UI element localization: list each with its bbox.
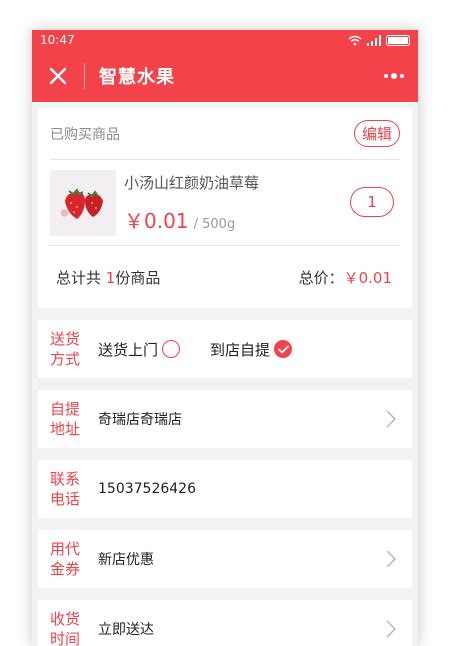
pickup-address-label: 自提 地址 — [50, 399, 82, 439]
delivery-time-label: 收货 时间 — [50, 609, 82, 646]
label-line: 时间 — [50, 630, 81, 646]
delivery-option-home-label: 送货上门 — [98, 340, 159, 359]
pickup-address-value: 奇瑞店奇瑞店 — [98, 412, 182, 428]
battery-icon — [386, 34, 410, 46]
more-menu-button[interactable] — [384, 66, 404, 86]
purchased-items-label: 已购买商品 — [50, 126, 120, 143]
signal-icon — [367, 34, 381, 46]
label-line: 地址 — [50, 420, 81, 438]
page-title: 智慧水果 — [99, 67, 175, 88]
status-bar: 10:47 — [32, 30, 418, 50]
contact-phone-row: 联系 电话 15037526426 — [38, 460, 412, 518]
nav-divider — [84, 63, 85, 89]
phone-screen: 10:47 智慧水果 已购买商品 编辑 小汤山红颜奶油草莓 ￥0.01 / 50… — [32, 30, 418, 646]
contact-phone-label: 联系 电话 — [50, 469, 82, 509]
order-card: 已购买商品 编辑 小汤山红颜奶油草莓 ￥0.01 / 500g 1 总计共 1份… — [38, 108, 412, 308]
chevron-right-icon — [386, 410, 396, 428]
product-item[interactable]: 小汤山红颜奶油草莓 ￥0.01 / 500g 1 — [50, 160, 400, 246]
more-dot-icon — [384, 74, 388, 78]
order-header: 已购买商品 编辑 — [50, 108, 400, 160]
label-line: 金券 — [50, 560, 81, 578]
more-dot-icon — [391, 73, 397, 79]
quantity-badge[interactable]: 1 — [350, 187, 394, 217]
radio-unchecked-icon[interactable] — [162, 340, 181, 358]
label-line: 电话 — [50, 490, 81, 508]
pickup-address-row[interactable]: 自提 地址 奇瑞店奇瑞店 — [38, 390, 412, 448]
total-price-label: 总价： — [298, 268, 344, 287]
delivery-option-pickup-label: 到店自提 — [210, 340, 271, 359]
delivery-method-row: 送货 方式 送货上门 到店自提 — [38, 320, 412, 378]
product-unit: / 500g — [193, 216, 236, 232]
delivery-time-value: 立即送达 — [98, 622, 154, 638]
status-time: 10:47 — [40, 33, 75, 47]
order-summary: 总计共 1份商品 总价：￥0.01 — [50, 246, 400, 308]
checkmark-icon — [277, 345, 289, 353]
edit-button[interactable]: 编辑 — [353, 120, 400, 147]
item-count-value: 1 — [105, 268, 116, 287]
label-line: 方式 — [50, 350, 81, 368]
delivery-method-label: 送货 方式 — [50, 329, 82, 369]
label-line: 送货 — [50, 330, 81, 348]
label-line: 联系 — [50, 470, 81, 488]
delivery-option-pickup[interactable]: 到店自提 — [210, 339, 293, 360]
voucher-label: 用代 金券 — [50, 539, 82, 579]
strawberry-icon — [61, 187, 103, 219]
label-line: 收货 — [50, 610, 81, 628]
status-icons — [348, 34, 410, 46]
chevron-right-icon — [386, 550, 396, 568]
product-image — [50, 169, 116, 236]
radio-checked-icon[interactable] — [274, 340, 293, 358]
total-price-value: ￥0.01 — [343, 268, 392, 287]
delivery-option-home[interactable]: 送货上门 — [98, 339, 181, 360]
delivery-time-row[interactable]: 收货 时间 立即送达 — [38, 600, 412, 646]
item-count-suffix: 份商品 — [115, 268, 161, 287]
item-count: 总计共 1份商品 — [56, 267, 160, 288]
product-price: ￥0.01 — [124, 208, 189, 233]
label-line: 用代 — [50, 540, 81, 558]
delivery-options: 送货上门 到店自提 — [98, 339, 322, 360]
chevron-right-icon — [386, 620, 396, 638]
voucher-value: 新店优惠 — [98, 552, 154, 568]
total-price: 总价：￥0.01 — [299, 267, 392, 288]
nav-bar: 智慧水果 — [32, 50, 418, 102]
voucher-row[interactable]: 用代 金券 新店优惠 — [38, 530, 412, 588]
item-count-prefix: 总计共 — [56, 268, 106, 287]
close-icon — [49, 67, 67, 85]
wifi-icon — [348, 35, 362, 45]
more-dot-icon — [400, 74, 404, 78]
close-button[interactable] — [32, 50, 84, 102]
contact-phone-value[interactable]: 15037526426 — [98, 481, 196, 497]
label-line: 自提 — [50, 400, 81, 418]
